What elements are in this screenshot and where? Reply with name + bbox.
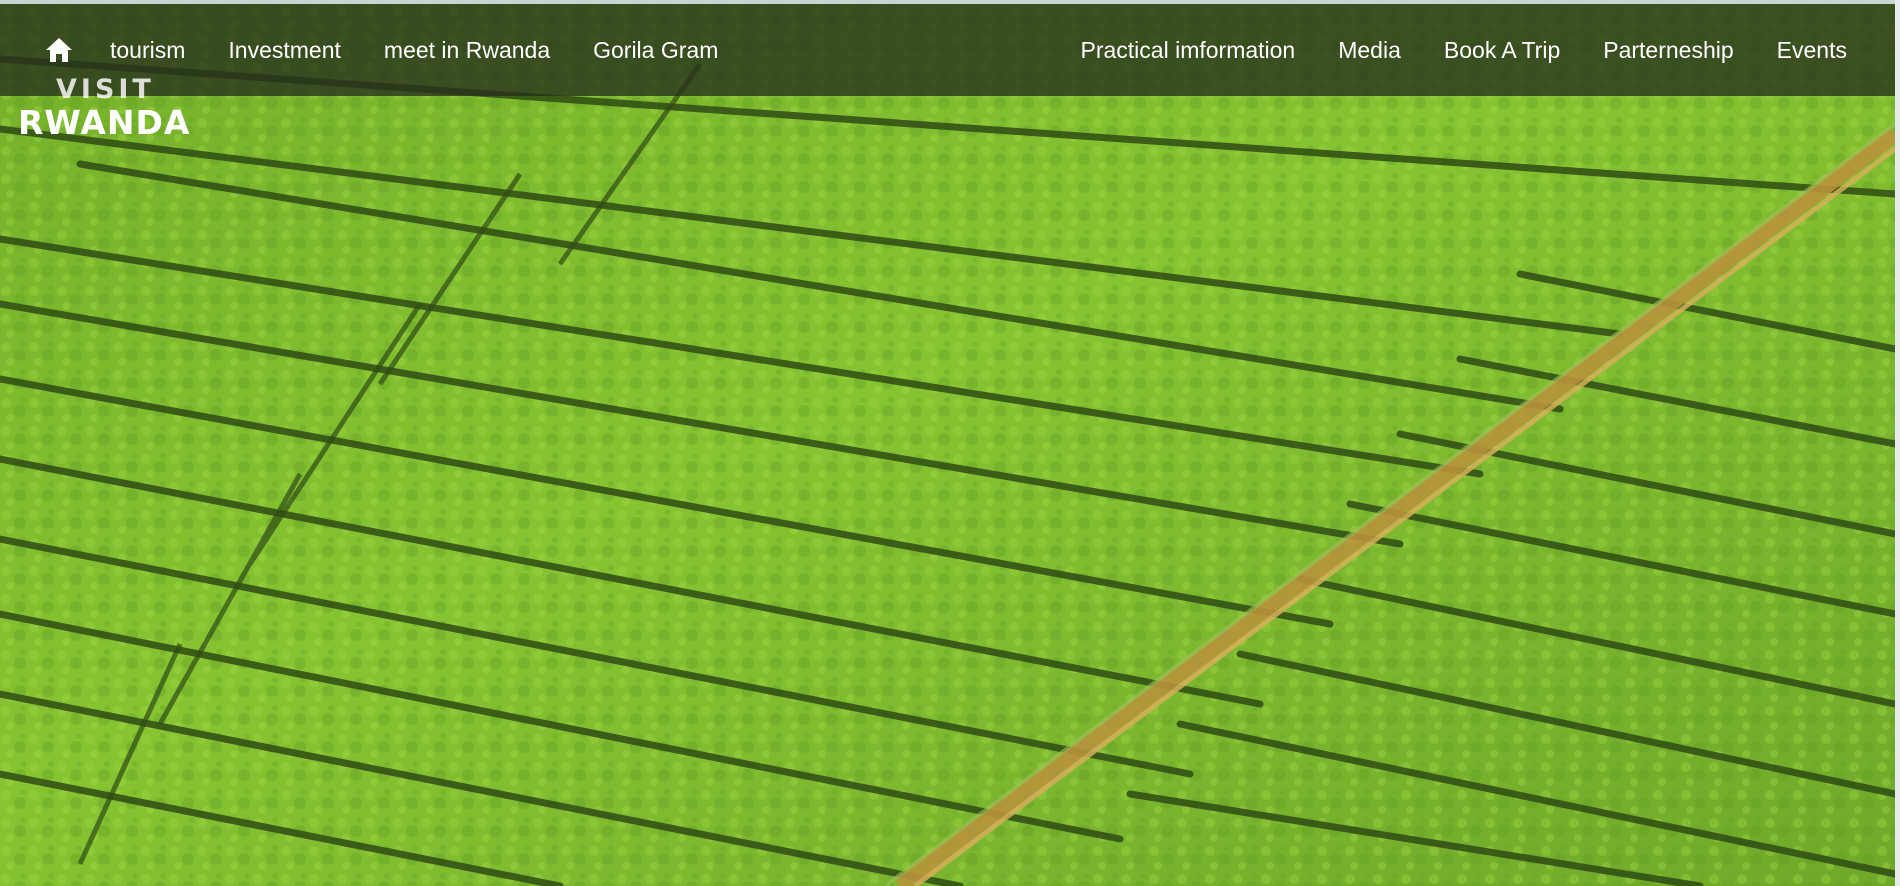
nav-item-events[interactable]: Events (1777, 37, 1847, 64)
nav-right-group: Practical imformation Media Book A Trip … (1081, 37, 1896, 64)
right-page-gutter (1895, 0, 1900, 886)
nav-item-media[interactable]: Media (1338, 37, 1401, 64)
nav-item-practical-information[interactable]: Practical imformation (1081, 37, 1296, 64)
nav-item-investment[interactable]: Investment (228, 37, 341, 64)
nav-item-gorila-gram[interactable]: Gorila Gram (593, 37, 718, 64)
hero-tea-plantation-image (0, 4, 1895, 886)
nav-left-group: tourism Investment meet in Rwanda Gorila… (44, 36, 718, 64)
nav-item-meet-in-rwanda[interactable]: meet in Rwanda (384, 37, 550, 64)
logo-line-visit: VISIT (56, 74, 155, 105)
logo-line-rwanda: RWANDA (18, 103, 191, 142)
visit-rwanda-logo[interactable]: VISIT RWANDA (18, 74, 200, 144)
page: tourism Investment meet in Rwanda Gorila… (0, 0, 1900, 886)
nav-item-parterneship[interactable]: Parterneship (1603, 37, 1733, 64)
home-icon[interactable] (44, 36, 74, 64)
nav-item-book-a-trip[interactable]: Book A Trip (1444, 37, 1560, 64)
top-navigation-bar: tourism Investment meet in Rwanda Gorila… (0, 4, 1895, 96)
nav-item-tourism[interactable]: tourism (110, 37, 185, 64)
